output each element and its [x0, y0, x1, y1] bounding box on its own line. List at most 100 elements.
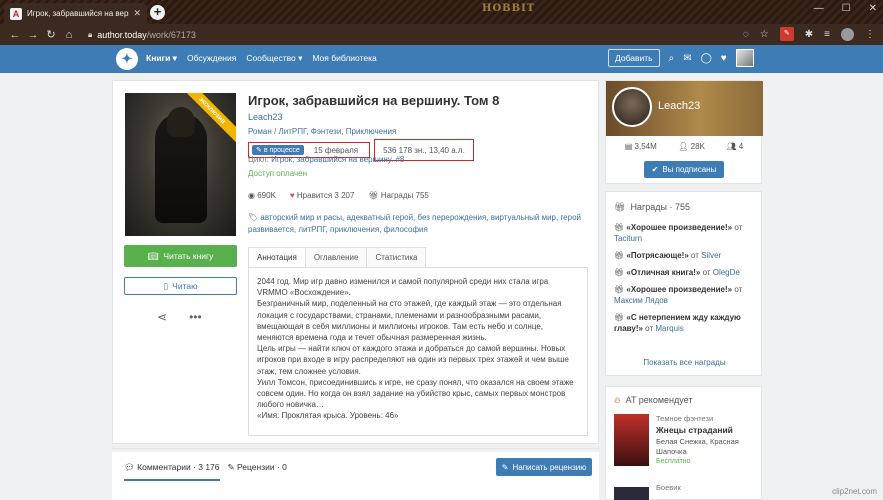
open-book-icon: 📖︎: [147, 250, 159, 261]
eye-off-icon[interactable]: ◌: [743, 29, 749, 40]
award-user-link[interactable]: OlegDe: [713, 268, 740, 277]
maximize-icon[interactable]: ☐: [842, 3, 851, 14]
award-user-link[interactable]: Marquis: [655, 324, 683, 333]
recommendation-cover[interactable]: [614, 487, 649, 500]
comments-bar: 💬︎ Комментарии · 3 176 ✎ Рецензии · 0 ✎ …: [112, 452, 599, 500]
award-name: «Хорошее произведение!»: [626, 285, 733, 294]
followers-count: 28K: [690, 142, 705, 151]
recommendation-item[interactable]: Темное фэнтези Жнецы страданий Белая Сне…: [614, 414, 753, 476]
main-nav: Книги ▾ Обсуждения Сообщество ▾ Моя библ…: [146, 53, 377, 64]
menu-dots-icon[interactable]: ⋮: [865, 29, 875, 40]
back-icon[interactable]: ←: [6, 29, 24, 41]
extension-red-icon[interactable]: ✎: [779, 27, 794, 41]
close-window-icon[interactable]: ✕: [869, 3, 877, 14]
subscribed-button[interactable]: ✔ Вы подписаны: [644, 161, 724, 178]
friends-stat[interactable]: 👥︎ 4: [726, 142, 743, 151]
search-icon[interactable]: ⌕: [669, 53, 675, 64]
book-title: Игрок, забравшийся на вершину. Том 8: [248, 93, 500, 108]
nav-books[interactable]: Книги ▾: [146, 53, 177, 64]
award-name: «Хорошее произведение!»: [626, 223, 733, 232]
browser-tab[interactable]: A Игрок, забравшийся на вершину ✕: [4, 3, 147, 24]
minimize-icon[interactable]: —: [814, 3, 824, 14]
author-link[interactable]: Leach23: [248, 112, 283, 122]
cover-hood: [167, 107, 195, 137]
friends-count: 4: [738, 142, 744, 151]
author-stats: ▤ 3,54M 👤︎ 28K 👥︎ 4: [614, 142, 754, 151]
reviews-tab[interactable]: ✎ Рецензии · 0: [228, 462, 287, 481]
annotation-paragraph: «Имя: Проклятая крыса. Уровень: 46»: [257, 411, 399, 421]
recommendation-title[interactable]: Жнецы страданий: [656, 425, 733, 435]
nav-my-library[interactable]: Моя библиотека: [312, 53, 376, 64]
puzzle-icon[interactable]: ✱: [805, 29, 813, 40]
award-user-link[interactable]: Taciturn: [614, 234, 642, 243]
tags-text: авторский мир и расы, адекватный герой, …: [248, 213, 581, 234]
reload-icon[interactable]: ↻: [42, 28, 60, 41]
close-tab-icon[interactable]: ✕: [133, 8, 141, 19]
chat-icon[interactable]: ◯: [701, 53, 712, 64]
users-icon: 👥︎: [726, 142, 737, 151]
recommendation-genre: Боевик: [656, 483, 681, 492]
reading-list-icon[interactable]: ≡: [824, 29, 830, 40]
award-from: от: [732, 285, 743, 294]
new-tab-button[interactable]: +: [150, 5, 165, 20]
recommendations-heading: 🔥︎ AT рекомендует: [614, 395, 753, 406]
recommendation-cover[interactable]: [614, 414, 649, 466]
site-logo-icon[interactable]: ✦: [116, 48, 138, 70]
add-button[interactable]: Добавить: [608, 49, 660, 67]
read-book-button[interactable]: 📖︎ Читать книгу: [124, 245, 237, 267]
star-icon[interactable]: ☆: [760, 29, 769, 40]
author-avatar[interactable]: [612, 87, 652, 127]
author-name[interactable]: Leach23: [658, 100, 700, 112]
address-bar-row: ← → ↻ ⌂ 🔒︎ author.today/work/67173 ◌ ☆ ✎…: [0, 24, 883, 45]
award-name: «Потрясающе!»: [626, 251, 689, 260]
book-cover-image[interactable]: эксклюзив: [125, 93, 236, 236]
tab-annotation[interactable]: Аннотация: [248, 247, 306, 267]
awards-heading: 🎁︎ Награды · 755: [614, 202, 753, 213]
views-count: 690K: [257, 191, 276, 200]
recommendations-panel: 🔥︎ AT рекомендует Темное фэнтези Жнецы с…: [605, 386, 762, 500]
nav-discussions[interactable]: Обсуждения: [187, 53, 236, 64]
browser-tab-strip: A Игрок, забравшийся на вершину ✕ + HOBB…: [0, 0, 883, 24]
comments-label: Комментарии · 3 176: [137, 462, 220, 472]
author-card: Leach23 ▤ 3,54M 👤︎ 28K 👥︎ 4 ✔ Вы подписа…: [605, 80, 763, 184]
write-review-button[interactable]: ✎ Написать рецензию: [496, 458, 592, 476]
recommendation-authors[interactable]: Белая Снежка, Красная Шапочка: [656, 437, 761, 457]
awards-stat[interactable]: 🎁︎ Награды 755: [368, 191, 428, 200]
cycle-link[interactable]: Игрок, забравшийся на вершину. #8: [271, 155, 404, 164]
forward-icon[interactable]: →: [24, 29, 42, 41]
read-book-label: Читать книгу: [163, 251, 214, 261]
award-from: от: [700, 268, 713, 277]
home-icon[interactable]: ⌂: [60, 29, 78, 41]
url-field[interactable]: 🔒︎ author.today/work/67173: [88, 30, 196, 40]
nav-community[interactable]: Сообщество ▾: [246, 53, 302, 64]
annotation-text: 2044 год. Мир игр давно изменился и само…: [248, 268, 588, 436]
award-user-link[interactable]: Максим Лядов: [614, 296, 668, 305]
tab-statistics[interactable]: Статистика: [366, 247, 427, 267]
award-user-link[interactable]: Silver: [701, 251, 721, 260]
awards-panel: 🎁︎ Награды · 755 🎁︎ «Хорошее произведени…: [605, 191, 762, 376]
show-all-awards-link[interactable]: Показать все награды: [606, 358, 763, 367]
comments-tab[interactable]: 💬︎ Комментарии · 3 176: [124, 462, 220, 481]
works-stat: ▤ 3,54M: [625, 142, 657, 151]
more-dots-icon[interactable]: •••: [189, 310, 202, 324]
genres-link[interactable]: Роман / ЛитРПГ, Фэнтези, Приключения: [248, 127, 396, 136]
followers-stat[interactable]: 👤︎ 28K: [678, 142, 705, 151]
document-icon: ▤: [624, 142, 633, 151]
likes-stat[interactable]: ♥ Нравится 3 207: [290, 191, 355, 200]
user-avatar[interactable]: [735, 49, 754, 67]
tab-contents[interactable]: Оглавление: [304, 247, 368, 267]
gift-icon: 🎁︎: [614, 202, 626, 212]
views-stat: ◉ 690K: [248, 191, 276, 200]
browser-tab-title: Игрок, забравшийся на вершину: [27, 9, 129, 18]
heart-icon[interactable]: ♥: [721, 53, 727, 64]
mail-icon[interactable]: ✉: [683, 53, 691, 64]
share-icon[interactable]: ⋖: [157, 310, 167, 324]
reading-status-button[interactable]: ▯ Читаю: [124, 277, 237, 295]
profile-avatar-icon[interactable]: [841, 27, 854, 41]
reading-status-label: Читаю: [172, 281, 198, 291]
cycle-label: Цикл:: [248, 155, 269, 164]
tags-line[interactable]: 🏷︎ авторский мир и расы, адекватный геро…: [248, 212, 588, 236]
annotation-paragraph: Безграничный мир, поделенный на сто этаж…: [257, 299, 562, 343]
recommendation-price: Бесплатно: [656, 458, 691, 465]
works-count: 3,54M: [634, 142, 657, 151]
